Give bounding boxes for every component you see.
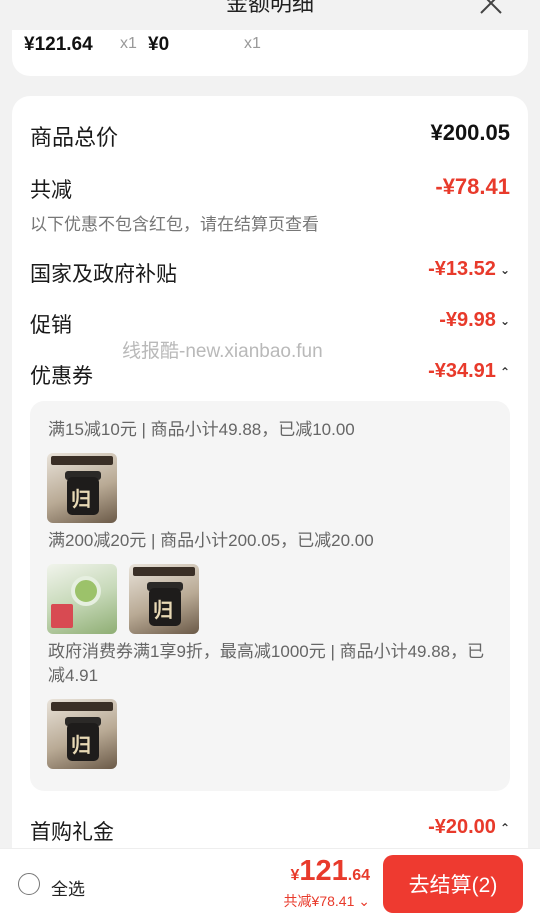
- total-discount-label: 共减: [30, 179, 72, 202]
- close-icon[interactable]: [478, 0, 504, 16]
- discount-label: 首购礼金: [30, 821, 114, 844]
- item-quantity: x1: [244, 35, 261, 52]
- coupon-rule: 满15减10元 | 商品小计49.88，已减10.00: [48, 420, 355, 439]
- discount-label: 国家及政府补贴: [30, 263, 177, 286]
- coupon-rule: 满200减20元 | 商品小计200.05，已减20.00: [48, 531, 374, 550]
- discount-row-coupon[interactable]: 优惠券 -¥34.91 ⌃: [30, 360, 510, 390]
- discount-row-first-purchase[interactable]: 首购礼金 -¥20.00 ⌃: [30, 816, 510, 846]
- chevron-down-icon: ⌄: [358, 893, 370, 909]
- chevron-down-icon[interactable]: ⌄: [500, 314, 510, 328]
- discount-label: 优惠券: [30, 365, 93, 388]
- item-price: ¥121.64: [24, 34, 93, 55]
- total-price-value: ¥200.05: [430, 120, 510, 145]
- watermark: 线报酷-new.xianbao.fun: [122, 341, 323, 362]
- discount-value: -¥20.00 ⌃: [428, 816, 510, 838]
- checkout-button[interactable]: 去结算(2): [383, 855, 523, 913]
- total-payable: ¥121.64: [290, 855, 370, 887]
- select-all-radio[interactable]: [18, 873, 40, 895]
- discount-label: 促销: [30, 314, 72, 337]
- chevron-up-icon[interactable]: ⌃: [500, 821, 510, 835]
- price-detail-card: 商品总价 ¥200.05 共减 -¥78.41 以下优惠不包含红包，请在结算页查…: [12, 96, 528, 913]
- select-all-label[interactable]: 全选: [51, 875, 85, 900]
- product-thumbnail: 归: [129, 564, 199, 634]
- discount-note: 以下优惠不包含红包，请在结算页查看: [30, 215, 319, 234]
- discount-row-promotion[interactable]: 促销 -¥9.98 ⌄: [30, 309, 510, 339]
- checkout-bar: 全选 ¥121.64 共减¥78.41 ⌄ 去结算(2): [0, 848, 540, 913]
- item-price-card: ¥121.64 x1 ¥0 x1: [12, 30, 528, 76]
- product-thumbnail: 归: [47, 453, 117, 523]
- modal-header: 金额明细: [0, 0, 540, 34]
- chevron-down-icon[interactable]: ⌄: [500, 263, 510, 277]
- chevron-up-icon[interactable]: ⌃: [500, 365, 510, 379]
- discount-row-subsidy[interactable]: 国家及政府补贴 -¥13.52 ⌄: [30, 258, 510, 288]
- product-thumbnail: [47, 564, 117, 634]
- item-price: ¥0: [148, 34, 170, 55]
- product-thumbnail: 归: [47, 699, 117, 769]
- item-quantity: x1: [120, 35, 137, 52]
- total-discount-summary[interactable]: 共减¥78.41 ⌄: [284, 891, 370, 911]
- discount-value: -¥9.98 ⌄: [439, 309, 510, 331]
- total-price-row: 商品总价 ¥200.05: [30, 120, 510, 150]
- modal-title: 金额明细: [225, 0, 314, 16]
- discount-value: -¥13.52 ⌄: [428, 258, 510, 280]
- discount-value: -¥34.91 ⌃: [428, 360, 510, 382]
- total-discount-row: 共减 -¥78.41: [30, 174, 510, 204]
- coupon-rule: 政府消费券满1享9折，最高减1000元 | 商品小计49.88，已减4.91: [48, 642, 485, 685]
- total-discount-value: -¥78.41: [435, 174, 510, 199]
- coupon-detail-box: 满15减10元 | 商品小计49.88，已减10.00 归 满200减20元 |…: [30, 401, 510, 791]
- total-price-label: 商品总价: [30, 125, 119, 150]
